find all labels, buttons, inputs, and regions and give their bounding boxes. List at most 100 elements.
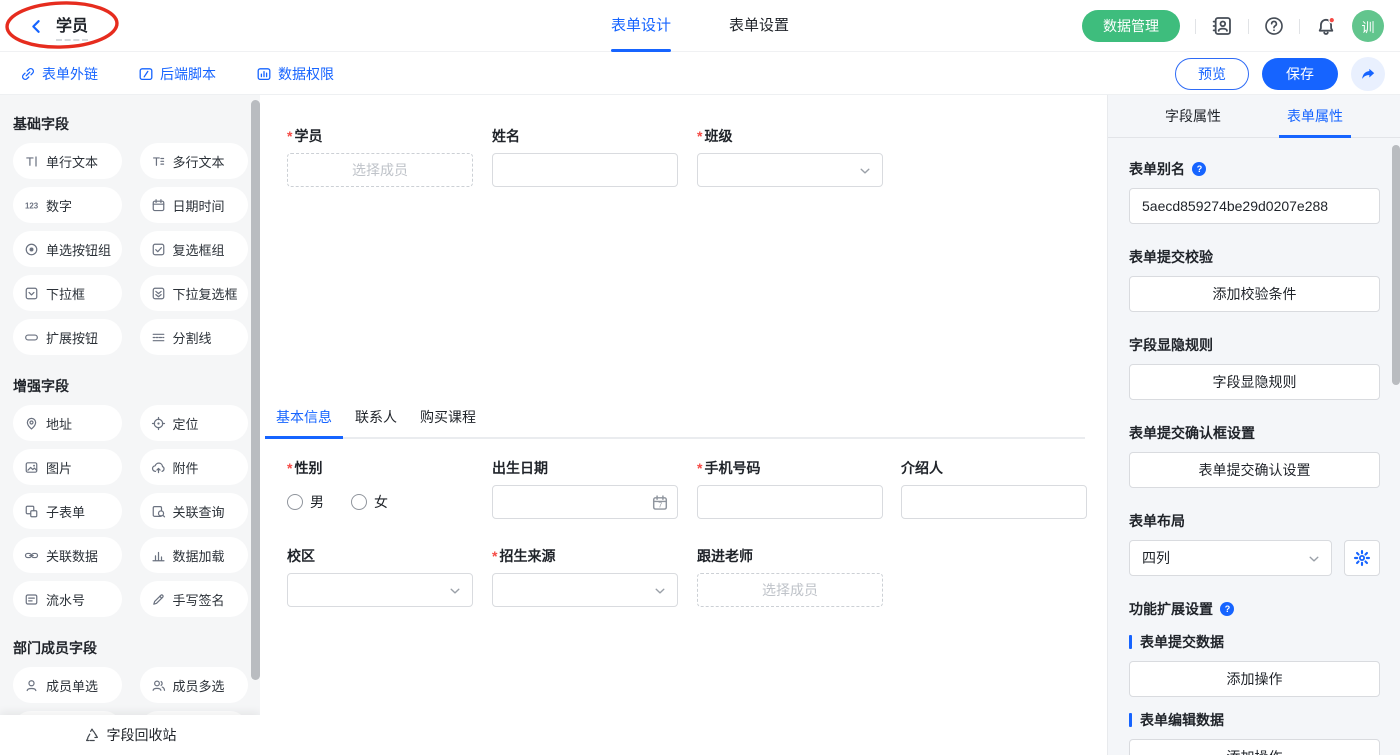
panel-body: 表单别名 ? 5aecd859274be29d0207e288 表单提交校验 添… <box>1108 138 1400 755</box>
help-icon[interactable] <box>1264 16 1284 36</box>
add-operation-button-edit[interactable]: 添加操作 <box>1129 739 1380 755</box>
radio-circle-icon[interactable] <box>351 494 367 510</box>
field-pill-member-multi[interactable]: 成员多选 <box>140 667 249 703</box>
canvas-field-birthdate[interactable]: 出生日期 7 <box>492 459 678 519</box>
canvas-field-referrer[interactable]: 介绍人 <box>901 459 1087 519</box>
share-button[interactable] <box>1351 57 1385 91</box>
field-pill-signature[interactable]: 手写签名 <box>140 581 249 617</box>
bar-chart-icon <box>151 548 166 563</box>
field-pill-data-load[interactable]: 数据加载 <box>140 537 249 573</box>
calendar-7-icon: 7 <box>651 494 669 512</box>
required-asterisk: * <box>287 128 292 144</box>
field-pill-single-line-text[interactable]: 单行文本 <box>13 143 122 179</box>
data-permission-button[interactable]: 数据权限 <box>256 64 334 84</box>
tab-form-settings[interactable]: 表单设置 <box>729 0 789 52</box>
form-alias-input[interactable]: 5aecd859274be29d0207e288 <box>1129 188 1380 224</box>
people-icon <box>151 678 166 693</box>
field-pill-address[interactable]: 地址 <box>13 405 122 441</box>
submit-confirm-settings-button[interactable]: 表单提交确认设置 <box>1129 452 1380 488</box>
radio-option-female[interactable]: 女 <box>351 492 388 512</box>
date-input[interactable]: 7 <box>492 485 678 519</box>
canvas-field-name[interactable]: 姓名 <box>492 127 678 187</box>
single-line-text-icon <box>24 154 39 169</box>
canvas-field-enrollment-source[interactable]: *招生来源 <box>492 547 678 607</box>
text-input[interactable] <box>697 485 883 519</box>
toolbar-links: 表单外链 后端脚本 数据权限 <box>20 52 334 95</box>
layout-select[interactable]: 四列 <box>1129 540 1332 576</box>
radio-option-male[interactable]: 男 <box>287 492 324 512</box>
field-recycle-bin-button[interactable]: 字段回收站 <box>0 715 260 755</box>
canvas-field-class[interactable]: *班级 <box>697 127 883 187</box>
field-pill-number[interactable]: 123数字 <box>13 187 122 223</box>
tab-purchased-courses[interactable]: 购买课程 <box>420 407 476 427</box>
layout-gear-button[interactable] <box>1344 540 1380 576</box>
select-input[interactable] <box>287 573 473 607</box>
field-label: *招生来源 <box>492 547 678 565</box>
field-pill-member-single[interactable]: 成员单选 <box>13 667 122 703</box>
field-pill-checkbox-group[interactable]: 复选框组 <box>140 231 249 267</box>
image-icon <box>24 460 39 475</box>
data-manage-button[interactable]: 数据管理 <box>1082 10 1180 42</box>
checkbox-icon <box>151 242 166 257</box>
pill-label: 定位 <box>173 414 199 433</box>
notification-bell-icon[interactable] <box>1315 15 1337 37</box>
pill-label: 流水号 <box>46 590 85 609</box>
question-circle-icon[interactable]: ? <box>1191 161 1207 177</box>
sidebar-scrollbar[interactable] <box>251 100 260 680</box>
field-pill-image[interactable]: 图片 <box>13 449 122 485</box>
pill-label: 复选框组 <box>173 240 225 259</box>
preview-button[interactable]: 预览 <box>1175 58 1249 90</box>
form-external-link-button[interactable]: 表单外链 <box>20 64 98 84</box>
field-pill-linked-query[interactable]: 关联查询 <box>140 493 249 529</box>
radio-circle-icon[interactable] <box>287 494 303 510</box>
field-pill-locate[interactable]: 定位 <box>140 405 249 441</box>
canvas-field-gender[interactable]: *性别 男 女 <box>287 459 473 519</box>
submit-confirm-settings-heading: 表单提交确认框设置 <box>1129 423 1380 443</box>
field-pill-subform[interactable]: 子表单 <box>13 493 122 529</box>
backend-script-button[interactable]: 后端脚本 <box>138 64 216 84</box>
field-pill-radio-group[interactable]: 单选按钮组 <box>13 231 122 267</box>
tab-form-design[interactable]: 表单设计 <box>611 0 671 52</box>
field-label: *手机号码 <box>697 459 883 477</box>
tab-basic-info[interactable]: 基本信息 <box>276 407 332 427</box>
text-input[interactable] <box>901 485 1087 519</box>
pill-label: 数据加载 <box>173 546 225 565</box>
radio-group: 男 女 <box>287 485 473 519</box>
field-pill-divider-line[interactable]: 分割线 <box>140 319 249 355</box>
field-pill-datetime[interactable]: 日期时间 <box>140 187 249 223</box>
field-pill-linked-data[interactable]: 关联数据 <box>13 537 122 573</box>
add-operation-button-submit[interactable]: 添加操作 <box>1129 661 1380 697</box>
field-pill-multi-select[interactable]: 下拉复选框 <box>140 275 249 311</box>
member-picker[interactable]: 选择成员 <box>287 153 473 187</box>
link-label: 表单外链 <box>42 64 98 84</box>
canvas-field-phone[interactable]: *手机号码 <box>697 459 883 519</box>
select-input[interactable] <box>492 573 678 607</box>
canvas-field-campus[interactable]: 校区 <box>287 547 473 607</box>
question-circle-icon[interactable]: ? <box>1219 601 1235 617</box>
contacts-book-icon[interactable] <box>1211 15 1233 37</box>
save-button[interactable]: 保存 <box>1262 58 1338 90</box>
form-canvas[interactable]: *学员 选择成员 姓名 *班级 基本信息 联系人 购买课程 *性别 男 女 出生… <box>260 95 1107 755</box>
field-label: 介绍人 <box>901 459 1087 477</box>
panel-scrollbar[interactable] <box>1392 145 1400 385</box>
select-input[interactable] <box>697 153 883 187</box>
field-pill-multi-line-text[interactable]: 多行文本 <box>140 143 249 179</box>
field-label: 跟进老师 <box>697 547 883 565</box>
canvas-section-tabs: 基本信息 联系人 购买课程 <box>266 407 1085 439</box>
canvas-field-student[interactable]: *学员 选择成员 <box>287 127 473 187</box>
tab-contacts[interactable]: 联系人 <box>355 407 397 427</box>
add-validation-condition-button[interactable]: 添加校验条件 <box>1129 276 1380 312</box>
member-picker[interactable]: 选择成员 <box>697 573 883 607</box>
avatar[interactable]: 训 <box>1352 10 1384 42</box>
field-pill-select[interactable]: 下拉框 <box>13 275 122 311</box>
canvas-field-follow-up-teacher[interactable]: 跟进老师 选择成员 <box>697 547 883 607</box>
field-pill-extend-button[interactable]: 扩展按钮 <box>13 319 122 355</box>
layout-select-value: 四列 <box>1142 548 1170 568</box>
text-input[interactable] <box>492 153 678 187</box>
divider <box>1248 19 1249 34</box>
field-pill-serial-number[interactable]: 流水号 <box>13 581 122 617</box>
field-visibility-rules-button[interactable]: 字段显隐规则 <box>1129 364 1380 400</box>
tab-field-properties[interactable]: 字段属性 <box>1165 95 1221 138</box>
tab-form-properties[interactable]: 表单属性 <box>1287 95 1343 138</box>
field-pill-attachment[interactable]: 附件 <box>140 449 249 485</box>
